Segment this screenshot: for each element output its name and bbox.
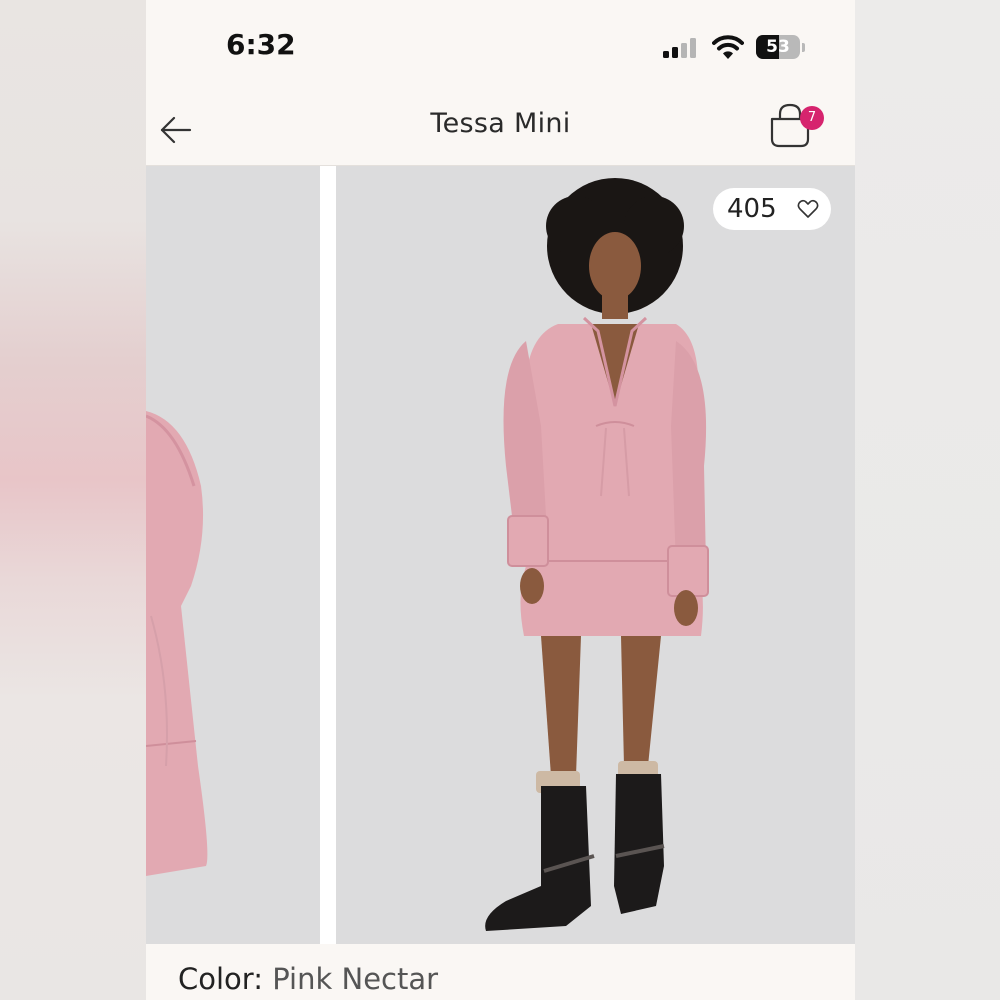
color-value: Pink Nectar [272, 962, 439, 996]
color-label: Color: [178, 962, 263, 996]
previous-product-image[interactable] [146, 166, 320, 944]
product-image-gallery[interactable]: 405 [146, 166, 855, 944]
screenshot-frame: 6:32 53 Tessa Mini 7 405 Color: Pink Nec… [0, 0, 1000, 1000]
dress-closeup-illustration [146, 411, 208, 876]
battery-icon: 53 [756, 35, 800, 59]
like-count: 405 [727, 194, 777, 224]
heart-outline-icon [797, 199, 819, 218]
blurred-background-right [855, 0, 1000, 1000]
cart-count-badge: 7 [800, 106, 824, 130]
main-product-image[interactable]: 405 [336, 166, 855, 944]
battery-percent: 53 [766, 37, 790, 57]
wifi-icon [712, 35, 744, 59]
nav-bar: Tessa Mini [146, 90, 855, 166]
page-title: Tessa Mini [430, 108, 571, 139]
cellular-signal-icon [663, 38, 699, 58]
model-wearing-dress-illustration [485, 178, 709, 931]
battery-nub [802, 43, 805, 52]
like-button[interactable]: 405 [713, 188, 831, 230]
status-time: 6:32 [226, 28, 296, 61]
color-selector-label: Color: Pink Nectar [178, 962, 438, 996]
blurred-background-left [0, 0, 146, 1000]
status-bar: 6:32 53 [146, 0, 855, 90]
phone-screen: 6:32 53 Tessa Mini 7 405 Color: Pink Nec… [146, 0, 855, 1000]
